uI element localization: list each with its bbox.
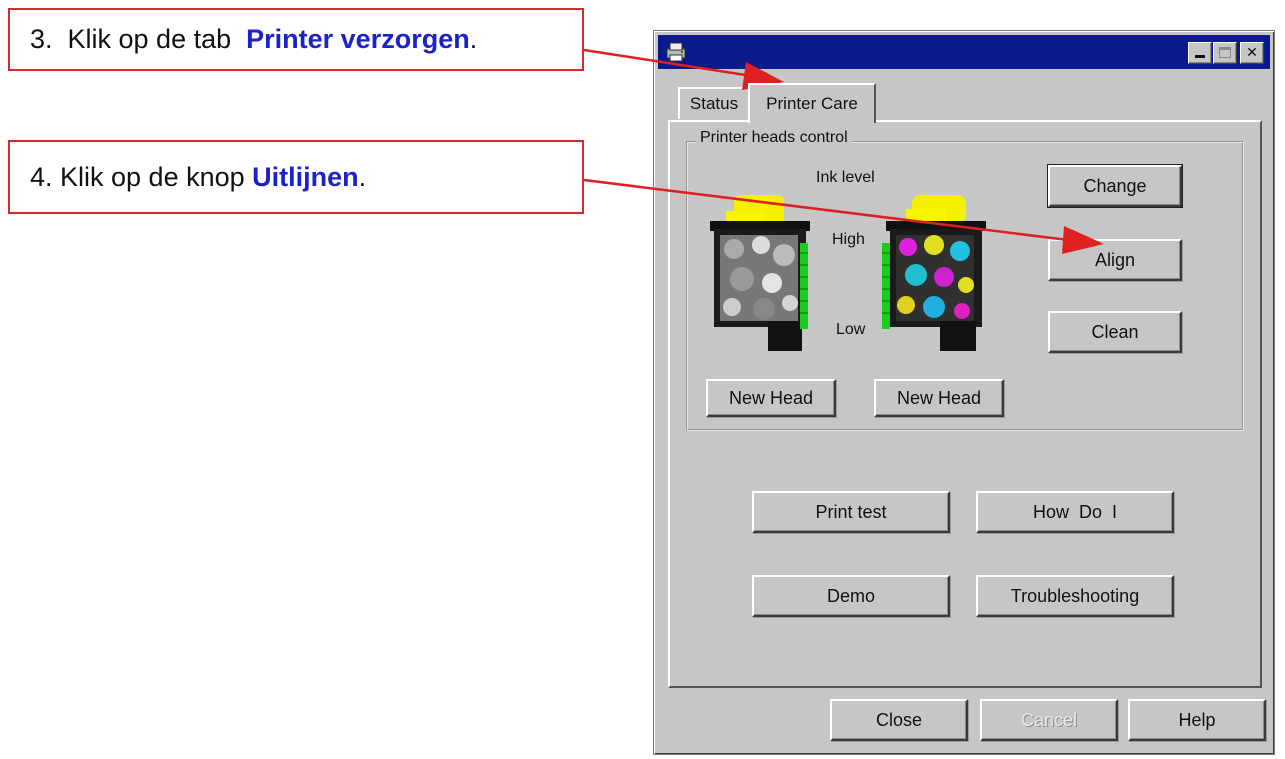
close-window-button[interactable]: ✕ <box>1240 42 1264 64</box>
group-label: Printer heads control <box>696 129 852 147</box>
close-button[interactable]: Close <box>830 699 968 741</box>
align-button[interactable]: Align <box>1048 239 1182 281</box>
demo-button[interactable]: Demo <box>752 575 950 617</box>
close-icon: ✕ <box>1246 45 1258 61</box>
maximize-button[interactable] <box>1213 42 1237 64</box>
change-button[interactable]: Change <box>1047 164 1183 208</box>
callout-step-3-suffix: . <box>469 24 478 54</box>
printer-icon <box>666 42 686 62</box>
how-do-i-button[interactable]: How Do I <box>976 491 1174 533</box>
maximize-icon <box>1219 47 1231 58</box>
tab-status-label: Status <box>689 94 739 113</box>
black-cartridge-image <box>710 195 810 351</box>
troubleshooting-button[interactable]: Troubleshooting <box>976 575 1174 617</box>
callout-step-3-text: 3. Klik op de tab <box>30 24 247 54</box>
minimize-icon <box>1195 55 1205 58</box>
color-cartridge-image <box>882 195 986 351</box>
ink-level-label: Ink level <box>816 169 875 186</box>
callout-step-4-highlight: Uitlijnen <box>252 161 359 192</box>
callout-step-4-suffix: . <box>358 161 367 192</box>
tab-status[interactable]: Status <box>678 87 748 119</box>
callout-step-4: 4. Klik op de knop Uitlijnen . <box>8 140 584 214</box>
clean-button[interactable]: Clean <box>1048 311 1182 353</box>
callout-step-3: 3. Klik op de tab Printer verzorgen . <box>8 8 584 71</box>
help-button[interactable]: Help <box>1128 699 1266 741</box>
new-head-color-button[interactable]: New Head <box>874 379 1004 417</box>
callout-step-4-text: 4. Klik op de knop <box>30 161 253 192</box>
cancel-button: Cancel <box>980 699 1118 741</box>
low-label: Low <box>836 321 866 338</box>
high-label: High <box>832 231 865 248</box>
printer-dialog-window: ✕ Status Printer Care Printer heads cont… <box>653 30 1275 755</box>
title-bar[interactable]: ✕ <box>658 35 1270 69</box>
tab-printer-care[interactable]: Printer Care <box>748 83 876 123</box>
tab-printer-care-label: Printer Care <box>766 94 858 113</box>
callout-step-3-highlight: Printer verzorgen <box>246 24 470 54</box>
minimize-button[interactable] <box>1188 42 1212 64</box>
print-test-button[interactable]: Print test <box>752 491 950 533</box>
new-head-black-button[interactable]: New Head <box>706 379 836 417</box>
